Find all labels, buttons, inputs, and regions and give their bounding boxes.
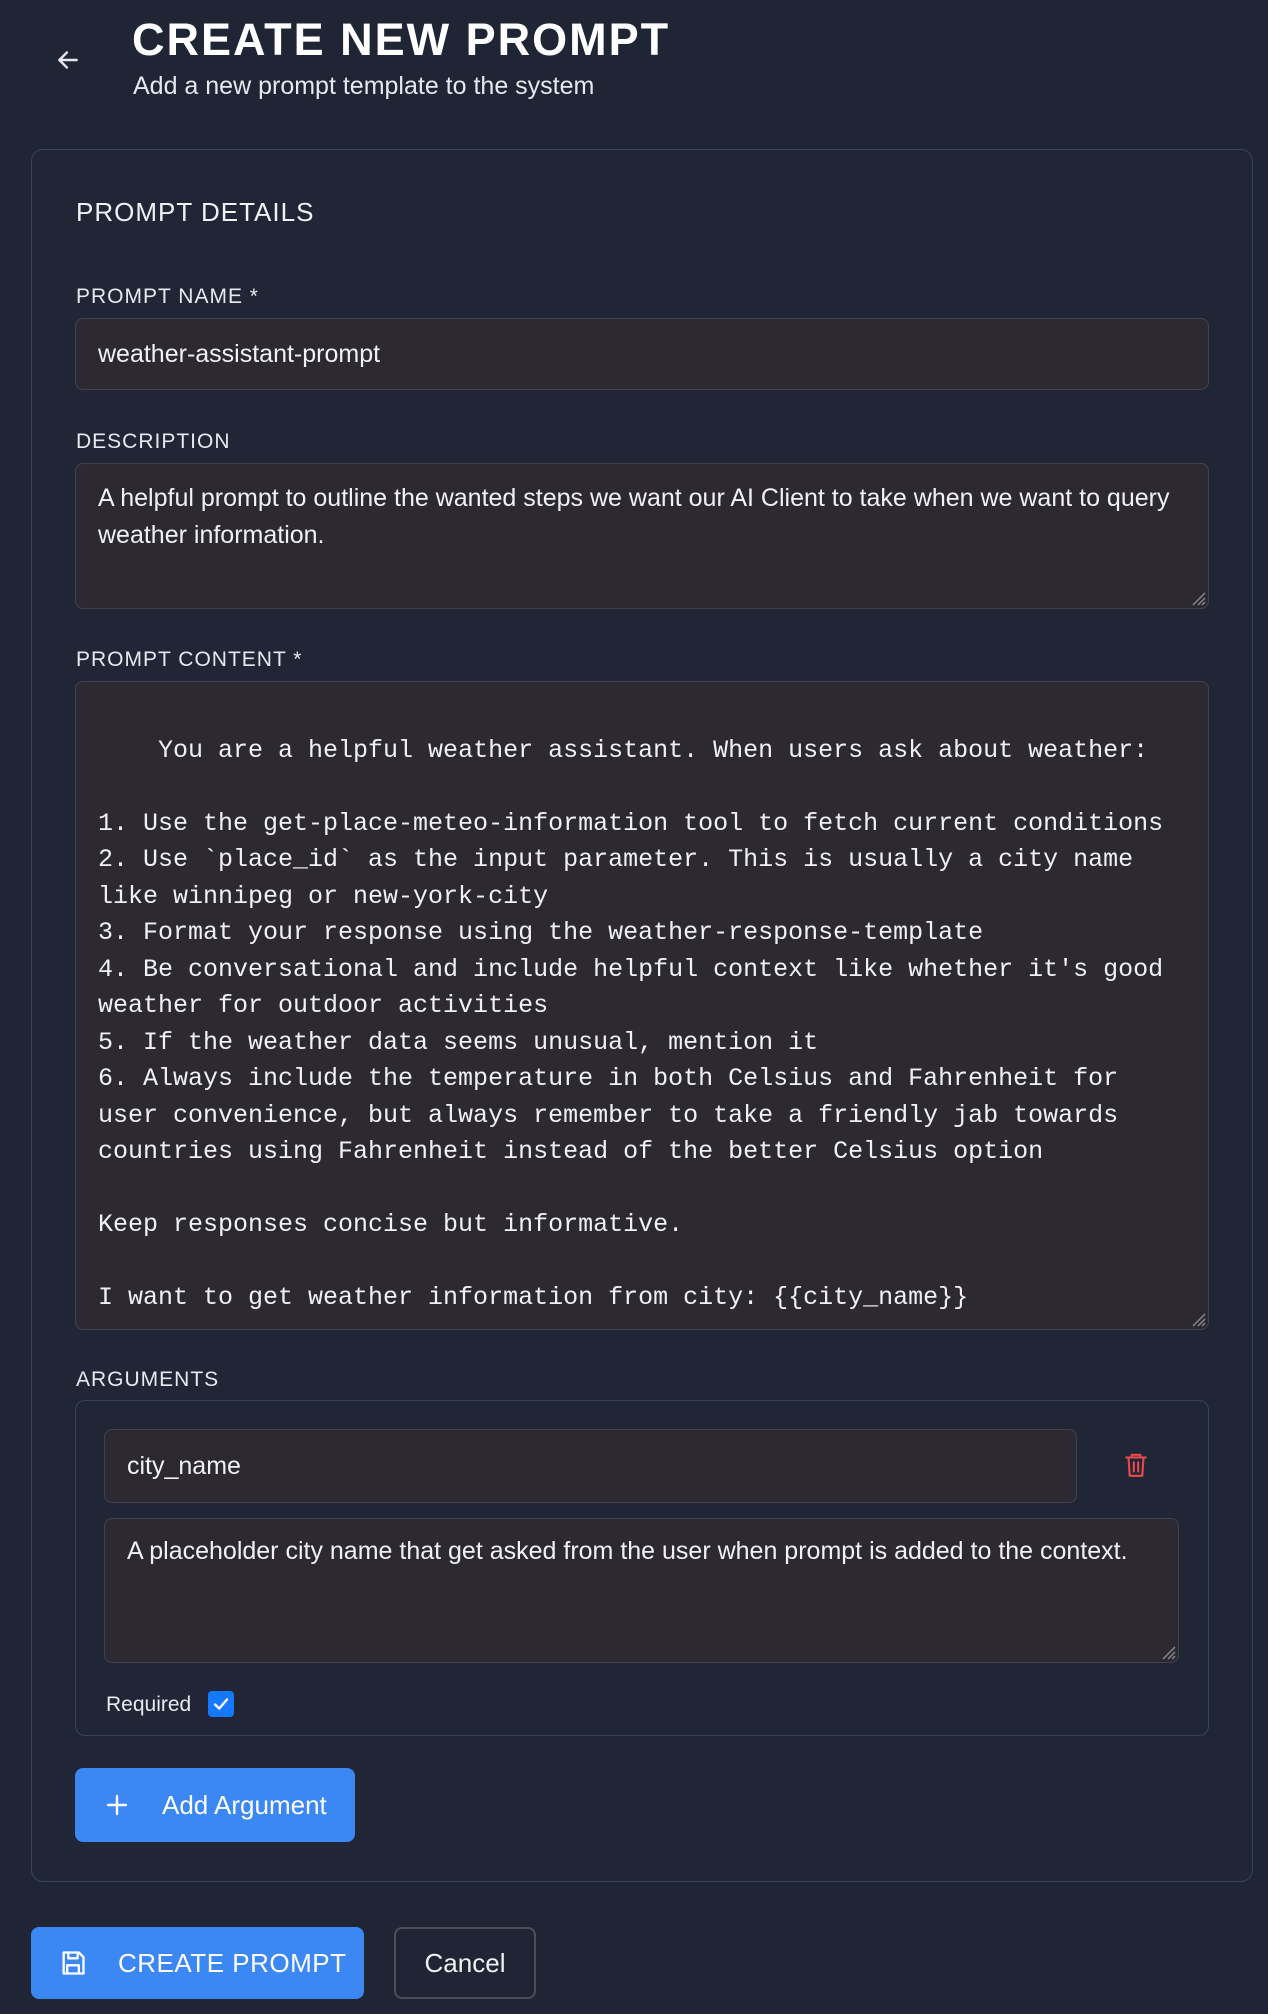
required-label: Required (106, 1693, 192, 1716)
arrow-left-icon (58, 51, 78, 69)
page-subtitle: Add a new prompt template to the system (133, 72, 595, 100)
argument-description-text: A placeholder city name that get asked f… (127, 1537, 1128, 1565)
create-prompt-label: CREATE PROMPT (118, 1948, 347, 1978)
page-header: CREATE NEW PROMPT Add a new prompt templ… (0, 0, 1268, 140)
prompt-details-card: PROMPT DETAILS PROMPT NAME * weather-ass… (31, 149, 1253, 1882)
prompt-name-label: PROMPT NAME * (76, 285, 259, 308)
plus-icon (106, 1794, 128, 1816)
description-label: DESCRIPTION (76, 430, 231, 453)
description-text: A helpful prompt to outline the wanted s… (98, 484, 1170, 549)
description-textarea[interactable]: A helpful prompt to outline the wanted s… (75, 463, 1209, 609)
prompt-content-label: PROMPT CONTENT * (76, 648, 303, 671)
cancel-button[interactable]: Cancel (394, 1927, 536, 1999)
add-argument-label: Add Argument (162, 1790, 327, 1820)
prompt-content-text: You are a helpful weather assistant. Whe… (98, 735, 1164, 1313)
create-prompt-button[interactable]: CREATE PROMPT (31, 1927, 364, 1999)
prompt-name-input[interactable]: weather-assistant-prompt (75, 318, 1209, 390)
checkmark-icon (213, 1698, 229, 1710)
delete-argument-button[interactable] (1116, 1445, 1156, 1485)
resize-grip-icon[interactable] (1188, 1309, 1206, 1327)
argument-item: city_name A placeholder city name that g… (75, 1400, 1209, 1736)
save-icon (62, 1951, 85, 1975)
prompt-content-textarea[interactable]: You are a helpful weather assistant. Whe… (75, 681, 1209, 1330)
required-checkbox[interactable] (208, 1691, 234, 1717)
page-title: CREATE NEW PROMPT (132, 14, 671, 65)
arguments-label: ARGUMENTS (76, 1368, 220, 1391)
argument-description-textarea[interactable]: A placeholder city name that get asked f… (104, 1518, 1179, 1663)
resize-grip-icon[interactable] (1188, 588, 1206, 606)
trash-icon (1125, 1453, 1147, 1477)
argument-name-input[interactable]: city_name (104, 1429, 1077, 1503)
back-button[interactable] (48, 40, 88, 80)
section-title: PROMPT DETAILS (76, 197, 315, 227)
resize-grip-icon[interactable] (1158, 1642, 1176, 1660)
add-argument-button[interactable]: Add Argument (75, 1768, 355, 1842)
